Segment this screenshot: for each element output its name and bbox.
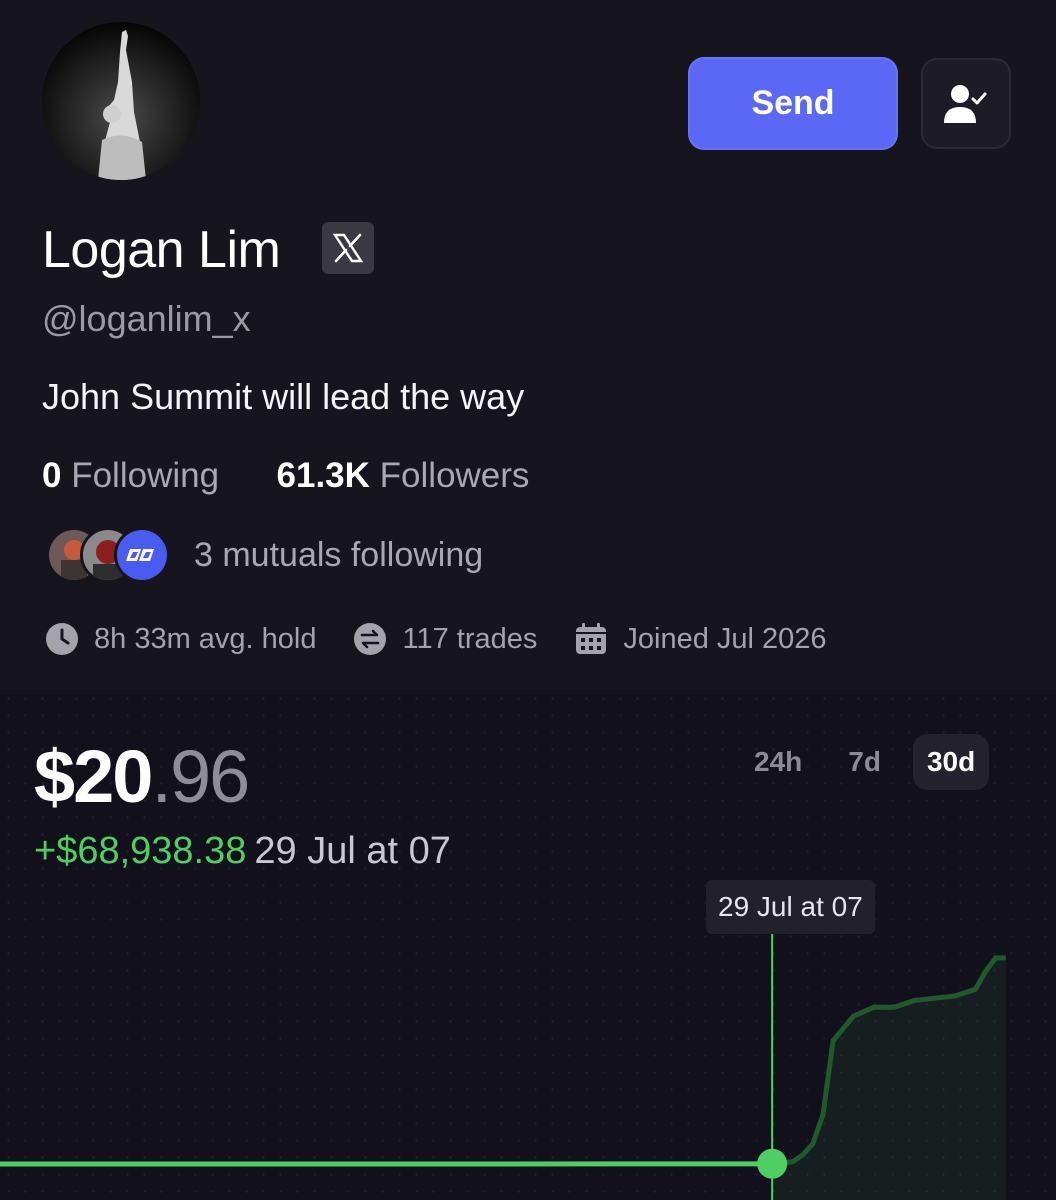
profile-avatar[interactable] [42, 22, 200, 180]
followers-count: 61.3K [276, 456, 370, 495]
mutuals-text: 3 mutuals following [194, 535, 484, 574]
follow-button[interactable] [921, 58, 1011, 149]
profile-meta: 8h 33m avg. hold 117 trades Joined Jul 2… [44, 618, 863, 660]
mutual-avatar [114, 527, 170, 583]
followers-label: Followers [379, 456, 530, 495]
avg-hold-stat: 8h 33m avg. hold [44, 621, 316, 657]
x-logo-icon[interactable] [322, 222, 374, 274]
following-stat[interactable]: 0 Following [42, 456, 229, 495]
chart-area-fill [772, 957, 1006, 1200]
joined-text: Joined Jul 2026 [623, 622, 827, 655]
portfolio-chart-section: $20.96 +$68,938.38 29 Jul at 07 24h 7d 30… [0, 690, 1056, 1200]
avg-hold-text: 8h 33m avg. hold [94, 622, 317, 655]
profile-handle: @loganlim_x [42, 298, 251, 339]
avatar-image [42, 22, 200, 180]
chart-highlight-point[interactable] [757, 1148, 788, 1179]
following-count: 0 [42, 456, 62, 495]
follow-stats: 0 Following 61.3K Followers [42, 456, 529, 496]
trades-stat: 117 trades [352, 621, 537, 657]
chart-tooltip: 29 Jul at 07 [706, 880, 875, 934]
profile-header: Send Logan Lim @loganlim_x John Summit w… [0, 0, 1056, 690]
pnl-line-chart[interactable] [0, 690, 1056, 1200]
following-label: Following [71, 456, 220, 495]
user-check-icon [944, 84, 987, 123]
clock-icon [44, 621, 80, 657]
swap-icon [352, 621, 388, 657]
trades-text: 117 trades [402, 622, 538, 655]
mutuals-row[interactable]: 3 mutuals following [46, 527, 484, 583]
profile-bio: John Summit will lead the way [42, 376, 525, 417]
joined-stat: Joined Jul 2026 [573, 621, 827, 657]
followers-stat[interactable]: 61.3K Followers [277, 456, 530, 495]
calendar-icon [573, 621, 609, 657]
send-button[interactable]: Send [688, 57, 898, 150]
profile-name: Logan Lim [42, 221, 281, 279]
